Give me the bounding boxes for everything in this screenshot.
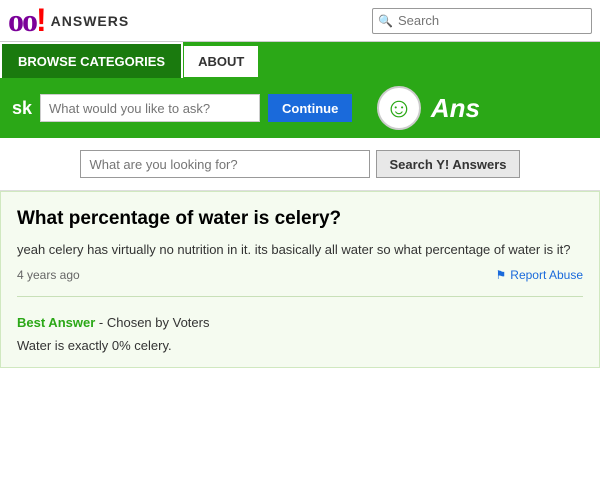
logo-area: oo ! ANSWERS [8,2,129,39]
question-meta: 4 years ago ⚑ Report Abuse [17,268,583,282]
logo-exclaim: ! [36,2,47,39]
best-answer-bold-label: Best Answer [17,315,95,330]
avatar-area: ☺ Ans [377,86,480,130]
ask-label-text: sk [12,98,32,119]
tab-browse-categories[interactable]: BROWSE CATEGORIES [0,42,183,78]
avatar: ☺ [377,86,421,130]
ask-question-input[interactable] [40,94,260,122]
best-answer-section: Best Answer - Chosen by Voters Water is … [17,311,583,356]
report-abuse-link[interactable]: ⚑ Report Abuse [496,268,583,282]
question-body: yeah celery has virtually no nutrition i… [17,240,583,260]
nav-tabs: BROWSE CATEGORIES ABOUT [0,42,600,78]
logo-oo-text: oo [8,2,36,39]
best-answer-text: Water is exactly 0% celery. [17,336,583,356]
main-search-input[interactable] [80,150,370,178]
tab-about[interactable]: ABOUT [183,45,259,78]
answers-banner-text: Ans [431,93,480,124]
search-icon: 🔍 [373,14,398,28]
best-answer-label: Best Answer - Chosen by Voters [17,315,583,330]
continue-button[interactable]: Continue [268,94,352,122]
smiley-icon: ☺ [385,92,414,124]
ask-banner: sk Continue ☺ Ans [0,78,600,138]
top-search-bar: 🔍 [372,8,592,34]
top-search-input[interactable] [398,13,578,28]
logo-answers-text: ANSWERS [51,13,130,29]
best-answer-suffix: - Chosen by Voters [99,315,210,330]
divider [17,296,583,297]
question-title: What percentage of water is celery? [17,208,583,230]
flag-icon: ⚑ [496,268,507,282]
main-search-row: Search Y! Answers [0,138,600,191]
header: oo ! ANSWERS 🔍 [0,0,600,42]
time-ago: 4 years ago [17,268,80,282]
search-answers-button[interactable]: Search Y! Answers [376,150,519,178]
main-content: What percentage of water is celery? yeah… [0,191,600,368]
